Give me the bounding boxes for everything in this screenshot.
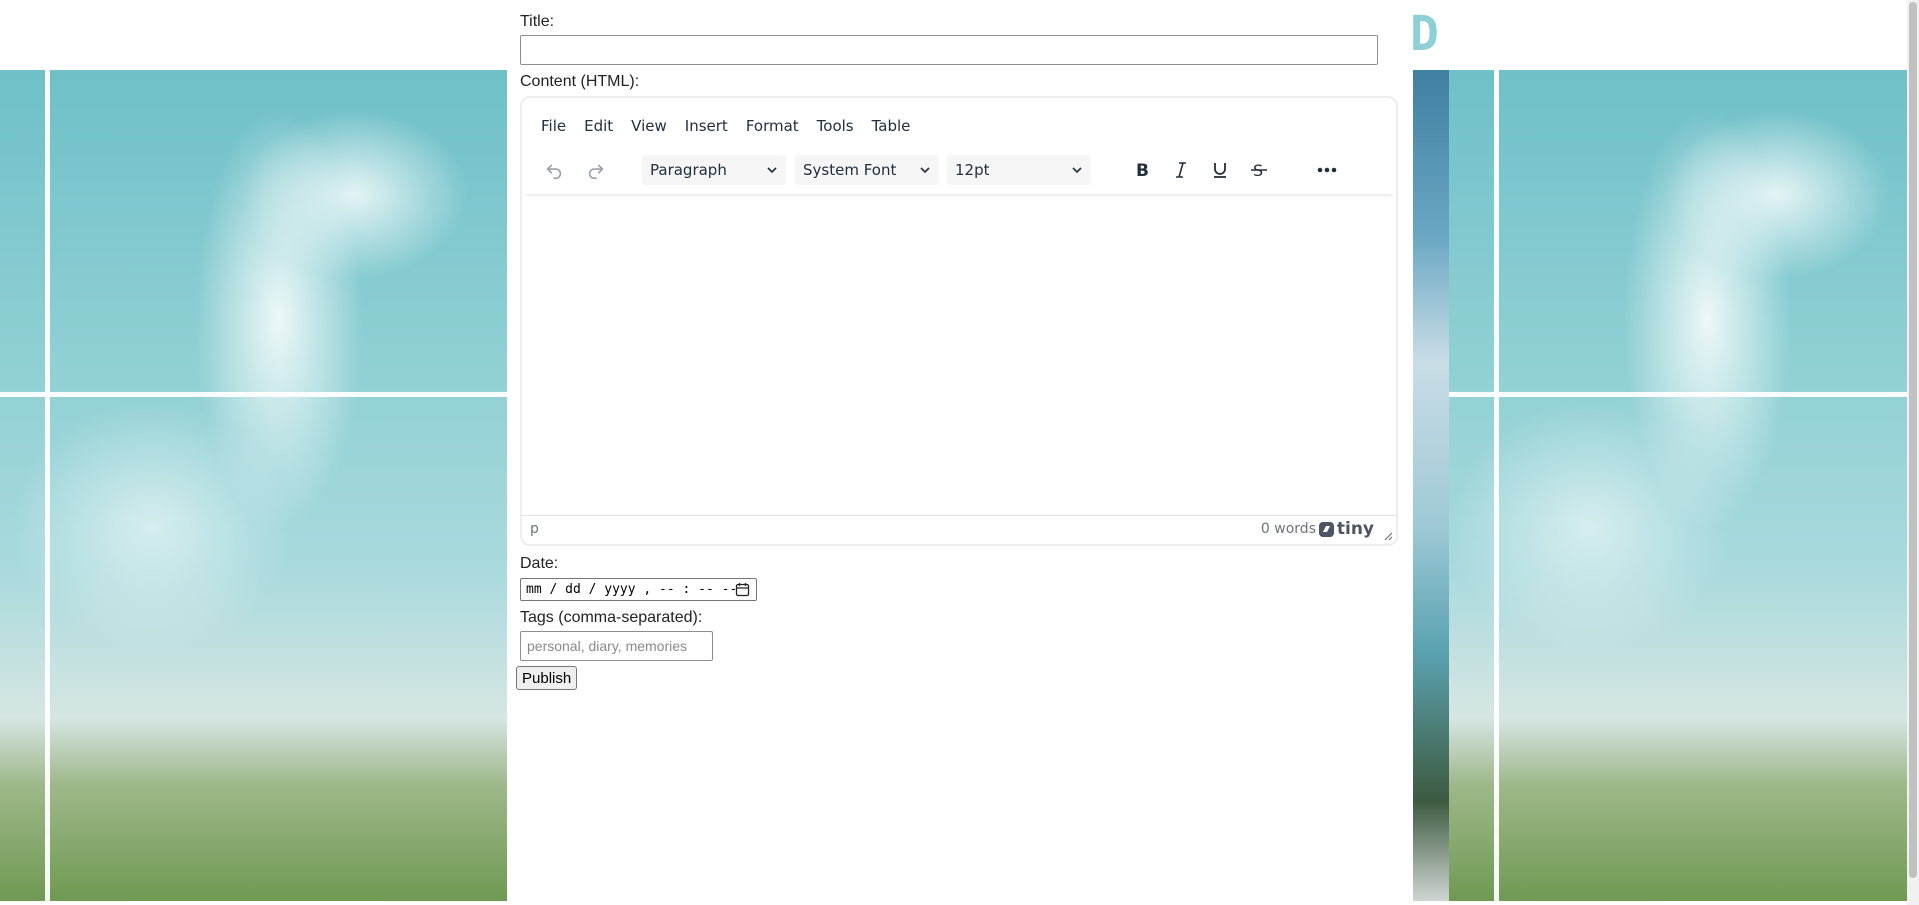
editor-content-area[interactable]	[522, 196, 1396, 514]
svg-text:B: B	[1136, 161, 1149, 179]
tags-input[interactable]	[520, 631, 713, 661]
background-logo-glyph: D	[1410, 6, 1441, 62]
underline-icon	[1214, 163, 1226, 178]
chevron-down-icon	[920, 167, 930, 174]
background-divider	[1449, 392, 1907, 397]
menu-edit[interactable]: Edit	[575, 116, 622, 136]
scrollbar-thumb[interactable]	[1909, 2, 1917, 878]
word-count[interactable]: 0 words	[1261, 521, 1316, 537]
menu-tools[interactable]: Tools	[808, 116, 863, 136]
menu-table[interactable]: Table	[863, 116, 920, 136]
date-input[interactable]: mm / dd / yyyy , -- : -- --	[520, 578, 757, 601]
background-image-strip	[1413, 70, 1449, 901]
page-scrollbar[interactable]	[1907, 0, 1919, 905]
date-input-placeholder: mm / dd / yyyy , -- : -- --	[526, 582, 738, 597]
font-family-value: System Font	[803, 161, 897, 179]
content-label: Content (HTML):	[520, 73, 640, 90]
publish-button[interactable]: Publish	[516, 666, 578, 690]
underline-button[interactable]	[1203, 153, 1237, 187]
strikethrough-button[interactable]: S	[1242, 153, 1276, 187]
element-path[interactable]: p	[530, 521, 539, 537]
undo-icon	[546, 164, 562, 180]
main-content: Title: Content (HTML): File Edit View In…	[507, 0, 1413, 901]
block-format-select[interactable]: Paragraph	[642, 155, 786, 185]
more-button[interactable]	[1310, 153, 1344, 187]
italic-button[interactable]	[1164, 153, 1198, 187]
calendar-icon[interactable]	[735, 582, 750, 597]
resize-handle-icon[interactable]	[1383, 531, 1393, 541]
undo-button[interactable]	[537, 153, 571, 187]
redo-button[interactable]	[579, 153, 613, 187]
rich-text-editor: File Edit View Insert Format Tools Table…	[520, 96, 1398, 546]
font-family-select[interactable]: System Font	[795, 155, 939, 185]
font-size-select[interactable]: 12pt	[947, 155, 1091, 185]
menu-file[interactable]: File	[532, 116, 575, 136]
editor-menubar: File Edit View Insert Format Tools Table	[532, 116, 919, 136]
tiny-brand-link[interactable]: tiny	[1318, 519, 1374, 539]
bold-icon: B	[1136, 161, 1149, 179]
editor-toolbar: Paragraph System Font 12pt B S	[522, 148, 1396, 194]
more-icon	[1317, 167, 1337, 173]
background-image-left	[0, 70, 507, 901]
chevron-down-icon	[767, 167, 777, 174]
editor-statusbar: p 0 words tiny	[522, 515, 1396, 544]
chevron-down-icon	[1072, 167, 1082, 174]
tags-label: Tags (comma-separated):	[520, 609, 703, 626]
title-input[interactable]	[520, 35, 1378, 65]
redo-icon	[588, 164, 604, 180]
date-label: Date:	[520, 555, 559, 572]
background-divider	[45, 70, 50, 901]
background-image-right	[1449, 70, 1919, 901]
menu-view[interactable]: View	[622, 116, 676, 136]
strikethrough-icon: S	[1251, 161, 1267, 179]
block-format-value: Paragraph	[650, 161, 727, 179]
menu-insert[interactable]: Insert	[676, 116, 737, 136]
menu-format[interactable]: Format	[737, 116, 808, 136]
title-label: Title:	[520, 13, 555, 30]
background-divider	[1494, 70, 1499, 901]
background-divider	[0, 392, 507, 397]
bold-button[interactable]: B	[1125, 153, 1159, 187]
tiny-brand-text: tiny	[1336, 519, 1374, 539]
italic-icon	[1176, 162, 1186, 178]
tiny-logo-icon	[1318, 521, 1334, 537]
font-size-value: 12pt	[955, 161, 990, 179]
